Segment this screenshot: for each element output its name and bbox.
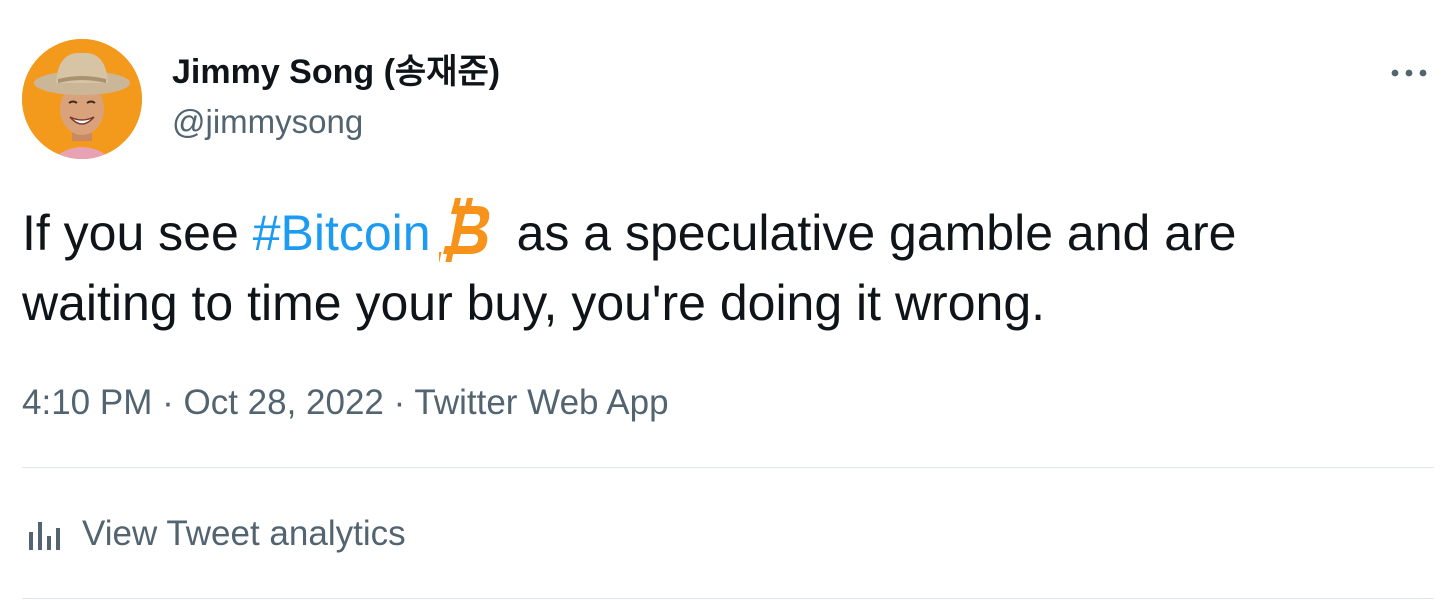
display-name[interactable]: Jimmy Song (송재준) xyxy=(172,50,500,94)
divider xyxy=(22,467,1434,468)
bitcoin-icon xyxy=(438,198,489,262)
user-avatar-icon xyxy=(22,39,142,159)
tweet-text: If you see #Bitcoin as a speculative gam… xyxy=(22,198,1442,338)
view-analytics-label: View Tweet analytics xyxy=(82,514,406,553)
divider xyxy=(22,598,1434,599)
tweet-time-link[interactable]: 4:10 PM xyxy=(22,383,152,422)
tweet-text-segment: If you see xyxy=(22,205,253,261)
tweet-text-segment: as a speculative gamble and are xyxy=(516,205,1237,261)
view-analytics-button[interactable]: View Tweet analytics xyxy=(22,510,406,558)
meta-separator: · xyxy=(383,383,415,422)
analytics-icon xyxy=(29,522,60,550)
more-options-button[interactable] xyxy=(1384,56,1434,90)
tweet-meta: 4:10 PM · Oct 28, 2022 · Twitter Web App xyxy=(22,381,669,425)
hashtag-link[interactable]: #Bitcoin xyxy=(253,205,431,261)
avatar[interactable] xyxy=(22,39,142,159)
tweet-date-link[interactable]: Oct 28, 2022 xyxy=(183,383,383,422)
tweet-source-link[interactable]: Twitter Web App xyxy=(414,383,668,422)
tweet-card: Jimmy Song (송재준) @jimmysong If you see #… xyxy=(0,0,1456,600)
more-icon xyxy=(1391,69,1427,77)
tweet-text-line-2: waiting to time your buy, you're doing i… xyxy=(22,275,1046,331)
meta-separator: · xyxy=(152,383,184,422)
tweet-text-line-1: If you see #Bitcoin as a speculative gam… xyxy=(22,198,1442,268)
user-handle[interactable]: @jimmysong xyxy=(172,100,363,144)
